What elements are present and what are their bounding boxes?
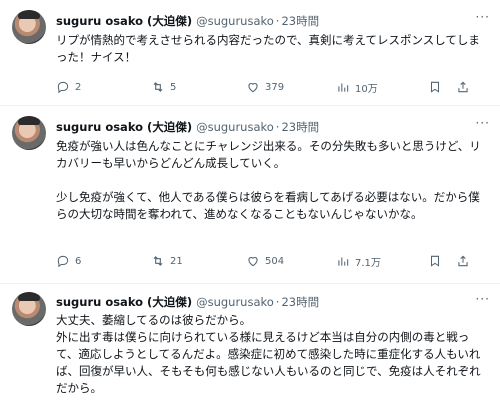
separator-dot: · <box>275 14 280 28</box>
views-icon <box>338 257 349 266</box>
author-name[interactable]: suguru osako (大迫傑) <box>56 295 192 309</box>
author-handle[interactable]: @sugurusako <box>196 120 274 134</box>
retweet-count: 21 <box>170 255 183 267</box>
author-name[interactable]: suguru osako (大迫傑) <box>56 120 192 134</box>
bookmark-button[interactable] <box>428 253 442 269</box>
views-button[interactable]: 7.1万 <box>336 253 381 269</box>
timestamp[interactable]: 23時間 <box>281 14 319 28</box>
share-icon <box>458 81 468 93</box>
tweet[interactable]: suguru osako (大迫傑) @sugurusako · 23時間 ··· 大… <box>0 284 500 406</box>
reply-icon <box>57 255 69 268</box>
tweet-header: suguru osako (大迫傑) @sugurusako · 23時間 <box>56 13 319 29</box>
like-icon <box>248 257 258 267</box>
like-icon <box>248 83 258 93</box>
retweet-button[interactable]: 21 <box>151 253 183 269</box>
like-count: 379 <box>265 81 285 93</box>
author-handle[interactable]: @sugurusako <box>196 14 274 28</box>
tweet-header: suguru osako (大迫傑) @sugurusako · 23時間 <box>56 119 319 135</box>
views-count: 10万 <box>355 83 378 95</box>
tweet[interactable]: suguru osako (大迫傑) @sugurusako · 23時間 ··· 免… <box>0 106 500 284</box>
tweet-text: リプが情熱的で考えさせられる内容だったので、真剣に考えてレスポンスしてしまった！… <box>56 33 480 64</box>
more-icon[interactable]: ··· <box>476 10 490 24</box>
avatar[interactable] <box>12 10 46 44</box>
tweet-text: 大丈夫、萎縮してるのは彼らだから。 外に出す毒は僕らに向けられている様に見えるけ… <box>56 313 481 395</box>
reply-count: 6 <box>75 255 82 267</box>
tweet-text: 免疫が強い人は色んなことにチャレンジ出来る。その分失敗も多いと思うけど、リカバリ… <box>56 139 481 221</box>
avatar[interactable] <box>12 116 46 150</box>
bookmark-icon <box>430 255 440 267</box>
retweet-icon <box>153 82 163 92</box>
share-icon <box>458 255 468 267</box>
views-count: 7.1万 <box>355 257 381 269</box>
bookmark-button[interactable] <box>428 79 442 95</box>
avatar[interactable] <box>12 292 46 326</box>
more-icon[interactable]: ··· <box>476 116 490 130</box>
separator-dot: · <box>275 120 280 134</box>
retweet-count: 5 <box>170 81 177 93</box>
separator-dot: · <box>275 295 280 309</box>
author-handle[interactable]: @sugurusako <box>196 295 274 309</box>
like-button[interactable]: 379 <box>246 79 284 95</box>
tweet[interactable]: suguru osako (大迫傑) @sugurusako · 23時間 ··· リ… <box>0 0 500 106</box>
timestamp[interactable]: 23時間 <box>281 295 319 309</box>
bookmark-icon <box>430 81 440 93</box>
tweet-actions: 2 5 379 10万 <box>56 79 476 95</box>
share-button[interactable] <box>456 253 470 269</box>
retweet-icon <box>153 256 163 266</box>
reply-count: 2 <box>75 81 82 93</box>
tweet-header: suguru osako (大迫傑) @sugurusako · 23時間 <box>56 294 319 310</box>
reply-icon <box>57 81 69 94</box>
timestamp[interactable]: 23時間 <box>281 120 319 134</box>
author-name[interactable]: suguru osako (大迫傑) <box>56 14 192 28</box>
reply-button[interactable]: 2 <box>56 79 81 95</box>
tweet-actions: 6 21 504 7.1万 <box>56 253 476 269</box>
like-button[interactable]: 504 <box>246 253 284 269</box>
more-icon[interactable]: ··· <box>476 292 490 306</box>
retweet-button[interactable]: 5 <box>151 79 176 95</box>
reply-button[interactable]: 6 <box>56 253 81 269</box>
share-button[interactable] <box>456 79 470 95</box>
views-icon <box>338 83 349 92</box>
views-button[interactable]: 10万 <box>336 79 378 95</box>
like-count: 504 <box>265 255 285 267</box>
